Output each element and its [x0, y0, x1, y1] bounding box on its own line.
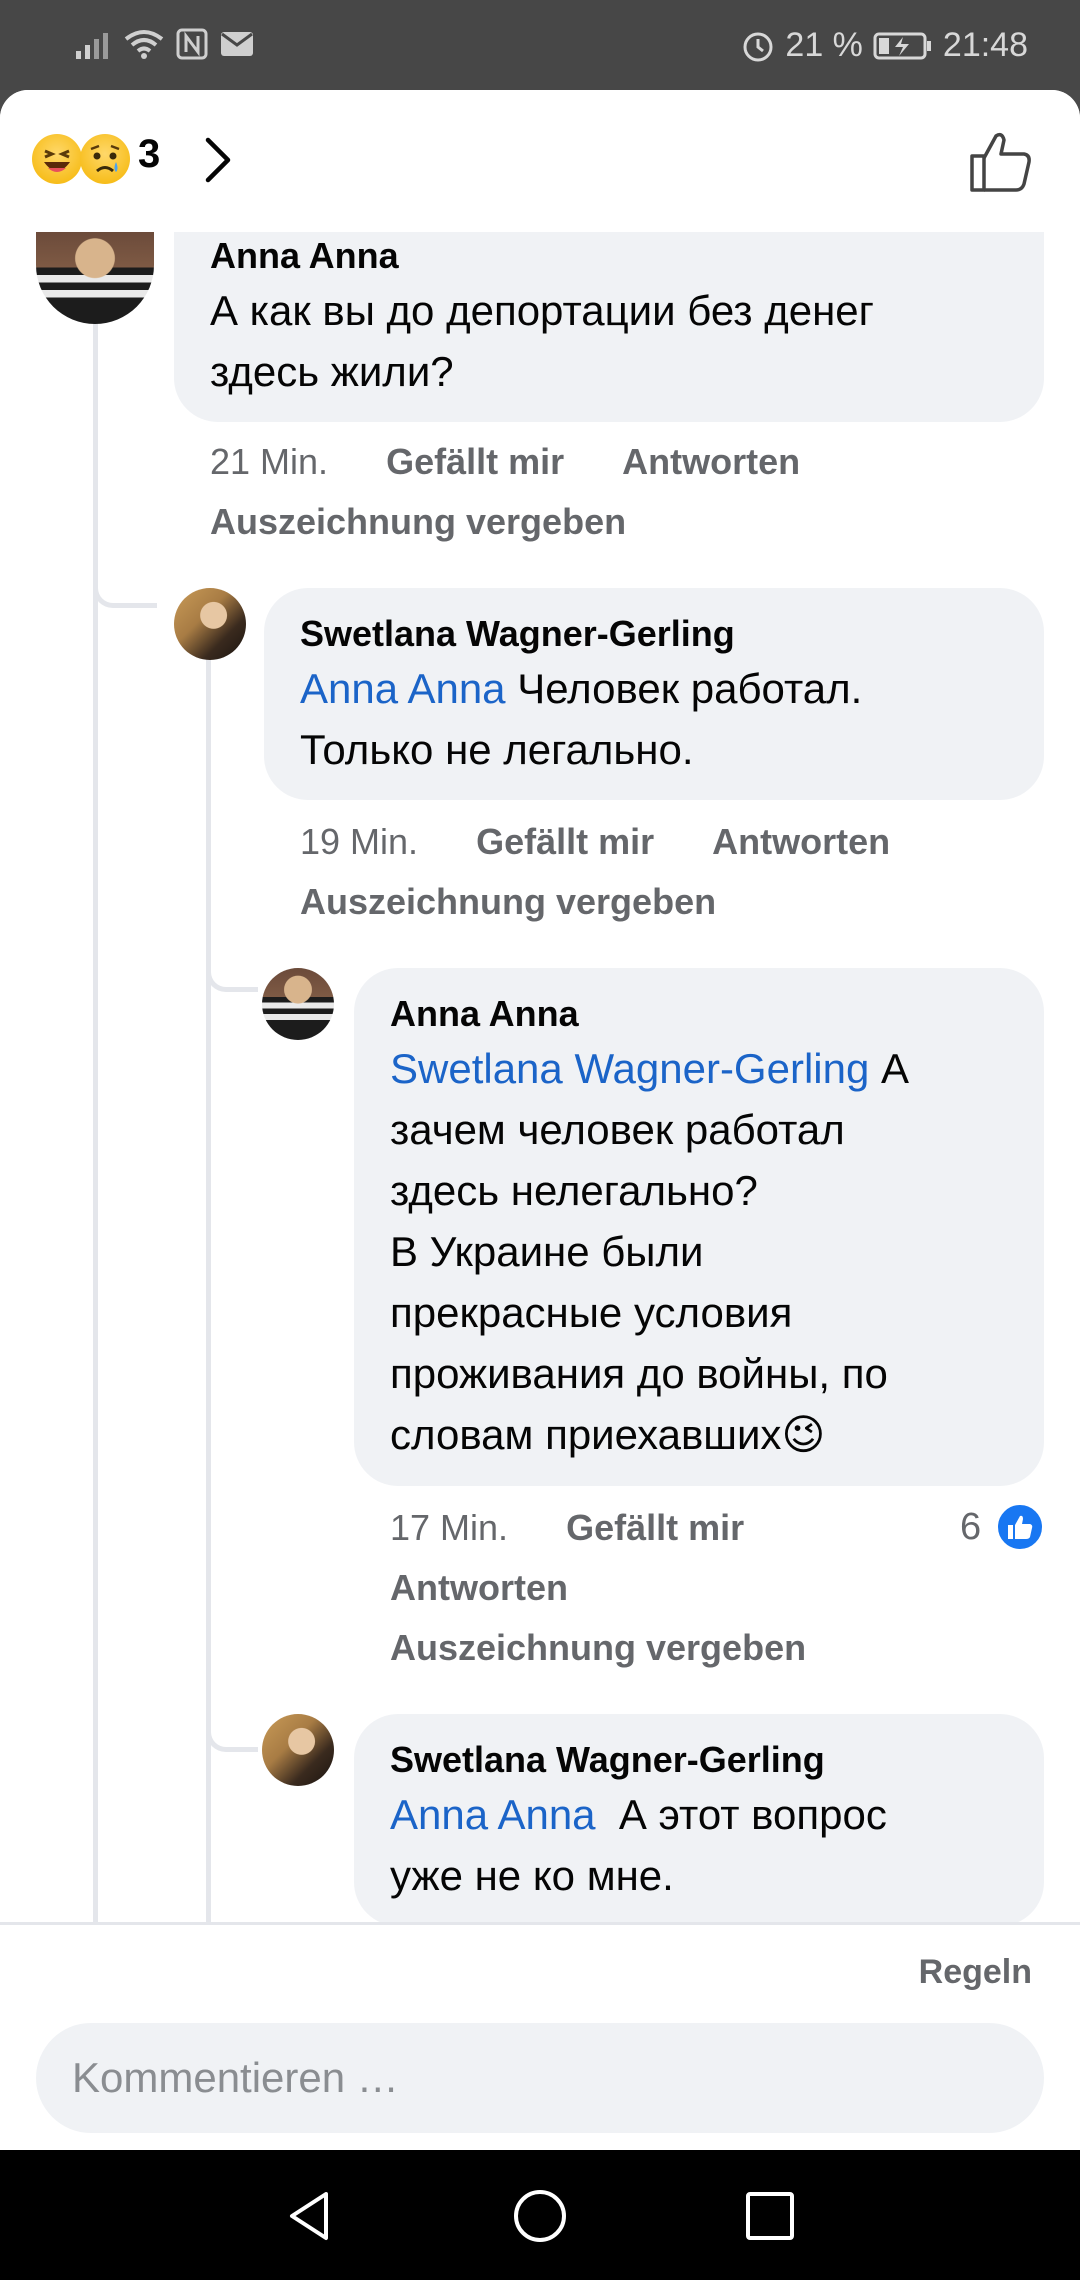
sad-emoji-icon[interactable] [80, 134, 130, 184]
haha-emoji-icon[interactable] [32, 134, 82, 184]
signal-icon [76, 33, 108, 59]
comment-text-line: здесь жили? [210, 348, 454, 395]
thumbs-up-icon[interactable] [968, 128, 1034, 194]
comment-bubble: Swetlana Wagner-Gerling Anna Anna Челове… [264, 588, 1044, 800]
comment-text: А этот вопрос [595, 1791, 887, 1838]
comment-text-line: проживания до войны, по [390, 1350, 888, 1397]
rules-link[interactable]: Regeln [919, 1953, 1032, 1992]
comment-thread: Anna Anna А как вы до депортации без ден… [0, 232, 1080, 2012]
comment-text-line: А как вы до депортации без денег [210, 287, 874, 334]
home-icon[interactable] [510, 2186, 570, 2246]
like-link[interactable]: Gefällt mir [476, 821, 654, 862]
comment-author[interactable]: Anna Anna [390, 990, 1008, 1038]
like-badge-icon [995, 1502, 1046, 1552]
reply-link[interactable]: Antworten [390, 1567, 568, 1608]
thread-line [206, 622, 211, 2012]
comment-time: 17 Min. [390, 1507, 509, 1548]
comment-bubble: Swetlana Wagner-Gerling Anna Anna А этот… [354, 1714, 1044, 1926]
comment-input[interactable] [36, 2023, 1044, 2133]
comment-text-line: зачем человек работал [390, 1106, 845, 1153]
recents-icon[interactable] [740, 2186, 800, 2246]
comment-meta: 17 Min. Gefällt mir Antworten Auszeichnun… [390, 1498, 870, 1678]
comment-meta: 21 Min. Gefällt mir Antworten Auszeichnung… [210, 432, 1030, 552]
comment-author[interactable]: Anna Anna [210, 232, 1008, 280]
wifi-icon [124, 30, 164, 59]
reply-connector [206, 912, 258, 992]
avatar[interactable] [262, 968, 334, 1040]
award-link[interactable]: Auszeichnung vergeben [300, 881, 716, 922]
reply-connector [206, 1672, 258, 1752]
like-link[interactable]: Gefällt mir [566, 1507, 744, 1548]
comment-text-line: В Украине были [390, 1228, 704, 1275]
system-nav-bar [0, 2150, 1080, 2280]
like-count[interactable]: 6 [960, 1502, 1046, 1552]
battery-percent: 21 % [785, 26, 863, 64]
reply-link[interactable]: Antworten [712, 821, 890, 862]
comment-bubble: Anna Anna А как вы до депортации без ден… [174, 232, 1044, 422]
avatar[interactable] [174, 588, 246, 660]
mention-link[interactable]: Anna Anna [300, 665, 506, 712]
comments-sheet: 3 Anna Anna А как вы до депортации без д… [0, 90, 1080, 2150]
status-left-icons [76, 28, 254, 60]
comment-text: А [869, 1045, 910, 1092]
mail-icon [221, 32, 253, 56]
reply-link[interactable]: Antworten [622, 441, 800, 482]
avatar[interactable] [262, 1714, 334, 1786]
comment-composer: Regeln [0, 1922, 1080, 2150]
clock: 21:48 [942, 26, 1028, 64]
mention-link[interactable]: Swetlana Wagner-Gerling [390, 1045, 869, 1092]
back-icon[interactable] [280, 2186, 340, 2246]
status-right: 21 % 21:48 [741, 26, 1028, 65]
status-bar: 21 % 21:48 [0, 0, 1080, 90]
chevron-right-icon[interactable] [198, 134, 238, 186]
nfc-icon [176, 28, 208, 60]
like-link[interactable]: Gefällt mir [386, 441, 564, 482]
award-link[interactable]: Auszeichnung vergeben [210, 501, 626, 542]
wink-emoji: 😉 [781, 1411, 826, 1458]
reaction-count[interactable]: 3 [138, 132, 160, 177]
comment-time: 21 Min. [210, 441, 329, 482]
comment-author[interactable]: Swetlana Wagner-Gerling [300, 610, 1008, 658]
comment-text-line: Только не легально. [300, 726, 694, 773]
comment-text-line: уже не ко мне. [390, 1852, 674, 1899]
comment-text-line: Anna Anna А этот вопрос [390, 1784, 1008, 1845]
comment-text: словам приехавших [390, 1411, 782, 1458]
comment-text-line: прекрасные условия [390, 1289, 793, 1336]
comment-text-line: Anna Anna Человек работал. [300, 658, 1008, 719]
avatar[interactable] [36, 232, 154, 324]
award-link[interactable]: Auszeichnung vergeben [390, 1627, 806, 1668]
comment-text-line: Swetlana Wagner-Gerling А [390, 1038, 1008, 1099]
comment-bubble: Anna Anna Swetlana Wagner-Gerling А заче… [354, 968, 1044, 1486]
comment-author[interactable]: Swetlana Wagner-Gerling [390, 1736, 1008, 1784]
battery-icon [873, 32, 931, 59]
like-count-number: 6 [960, 1505, 982, 1548]
reply-connector [93, 532, 157, 608]
mention-link[interactable]: Anna Anna [390, 1791, 596, 1838]
reactions-header: 3 [0, 90, 1080, 232]
comment-text-line: здесь нелегально? [390, 1167, 758, 1214]
alarm-icon [743, 32, 773, 61]
comment-text-line: словам приехавших😉 [390, 1404, 1008, 1465]
comment-text: Человек работал. [505, 665, 863, 712]
comment-meta: 19 Min. Gefällt mir Antworten Auszeichnung… [300, 812, 1040, 932]
comment-time: 19 Min. [300, 821, 419, 862]
